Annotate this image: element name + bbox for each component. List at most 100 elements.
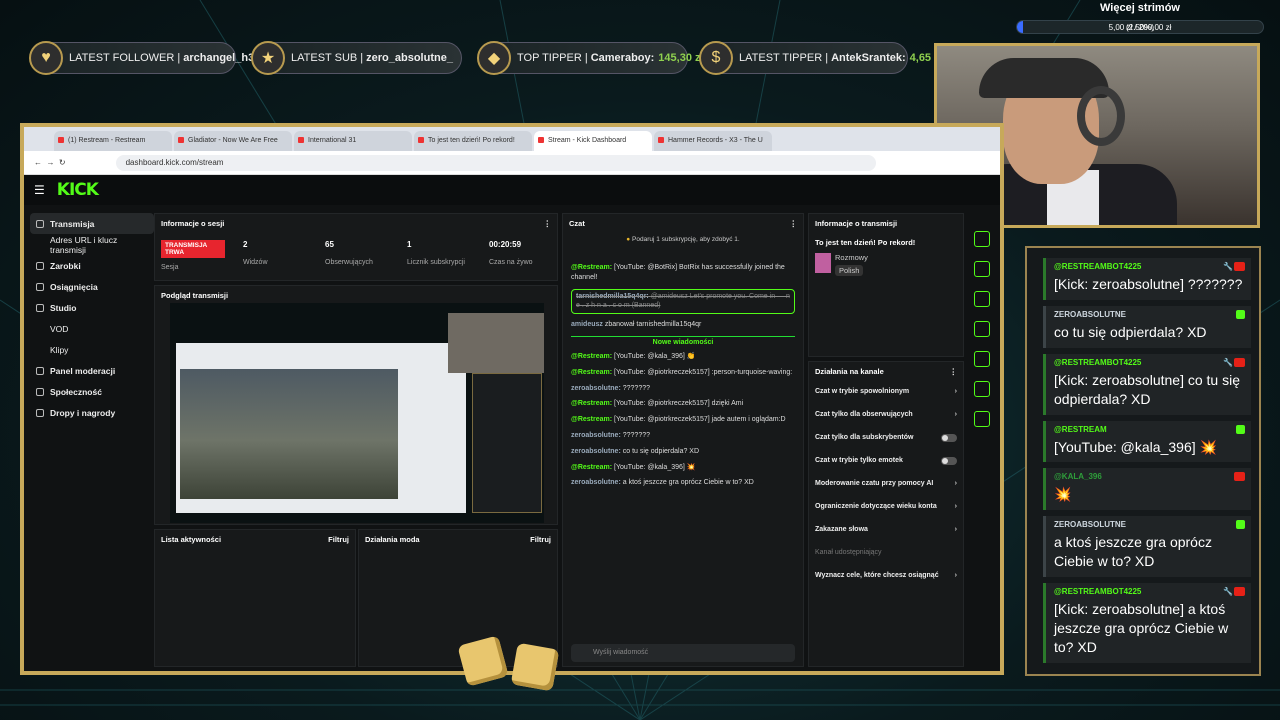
channel-action-row[interactable]: Moderowanie czatu przy pomocy AI › (809, 472, 963, 495)
chevron-right-icon[interactable]: › (955, 480, 957, 487)
channel-action-row[interactable]: Zakazane słowa › (809, 518, 963, 541)
platform-badges (1236, 520, 1245, 530)
sidebar-item[interactable]: Zarobki (30, 255, 154, 276)
stat-label: Widzów (243, 259, 268, 266)
menu-icon[interactable]: ☰ (34, 183, 45, 197)
chat-username[interactable]: @Restream: (571, 353, 612, 360)
sidebar-item[interactable]: Osiągnięcia (30, 276, 154, 297)
overlay-chat-message: @RESTREAM [YouTube: @kala_396] 💥 (1043, 420, 1251, 463)
stream-preview[interactable] (170, 303, 544, 523)
filter-button[interactable]: Filtruj (530, 535, 551, 544)
channel-action-label: Czat w trybie spowolnionym (815, 388, 910, 395)
channel-action-row[interactable]: Kanał udostępniający (809, 541, 963, 564)
kick-logo[interactable]: KICK (57, 180, 99, 200)
sidebar-item-label: Społeczność (50, 386, 102, 397)
panel-header: Informacje o sesji ⋮ (155, 214, 557, 232)
more-icon[interactable]: ⋮ (950, 367, 958, 376)
kick-icon (1236, 309, 1245, 319)
sidebar-item[interactable]: Panel moderacji (30, 360, 154, 381)
browser-tab[interactable]: (1) Restream - Restream (54, 131, 172, 151)
sidebar-item[interactable]: Adres URL i klucz transmisji (30, 234, 154, 255)
kick-icon (1236, 520, 1245, 530)
chat-messages: @Restream: [YouTube: @BotRix] BotRix has… (563, 263, 803, 488)
alert-value: AntekSrantek: (831, 52, 906, 64)
back-icon[interactable]: ← (34, 158, 42, 167)
chat-username[interactable]: zeroabsolutne: (571, 448, 621, 455)
panel-header: Podgląd transmisji (155, 286, 557, 304)
wrench-icon: 🔧 (1223, 357, 1233, 367)
sidebar-item[interactable]: Klipy (30, 339, 154, 360)
top-tipper-alert: ◆ TOP TIPPER | Cameraboy: 145,30 zł (477, 41, 704, 75)
reload-icon[interactable]: ↻ (59, 158, 66, 167)
quick-action-icon[interactable] (974, 381, 990, 397)
url-input[interactable]: dashboard.kick.com/stream (115, 154, 876, 171)
quick-action-icon[interactable] (974, 291, 990, 307)
toggle-switch[interactable] (941, 456, 957, 465)
message-input[interactable]: Wyślij wiadomość (571, 644, 795, 662)
overlay-chat-user: @RESTREAMBOT4225 (1054, 357, 1142, 367)
chat-username[interactable]: @Restream: (571, 416, 612, 423)
quick-action-icon[interactable] (974, 351, 990, 367)
category-name: Rozmowy (835, 253, 868, 262)
toggle-switch[interactable] (941, 433, 957, 442)
latest-sub-alert: ★ LATEST SUB | zero_absolutne_ (251, 41, 462, 75)
sidebar-item[interactable]: Studio (30, 297, 154, 318)
quick-action-icon[interactable] (974, 231, 990, 247)
channel-action-row[interactable]: Czat tylko dla obserwujących › (809, 403, 963, 426)
browser-tab[interactable]: Hammer Records - X3 - The U (654, 131, 772, 151)
more-icon[interactable]: ⋮ (790, 219, 798, 228)
chat-username[interactable]: amideusz (571, 321, 603, 328)
chat-username[interactable]: @Restream: (571, 464, 612, 471)
sidebar-item-label: Osiągnięcia (50, 281, 98, 292)
quick-actions-column (974, 231, 998, 441)
chat-username[interactable]: @Restream: (571, 264, 612, 271)
kick-icon (1236, 424, 1245, 434)
channel-action-label: Czat tylko dla obserwujących (815, 411, 913, 418)
stream-title: To jest ten dzień! Po rekord! (815, 238, 916, 247)
quick-action-icon[interactable] (974, 411, 990, 427)
channel-action-rows: Czat w trybie spowolnionym › Czat tylko dl… (809, 380, 963, 587)
chat-username[interactable]: zeroabsolutne: (571, 432, 621, 439)
quick-action-icon[interactable] (974, 321, 990, 337)
platform-badges (1234, 472, 1245, 482)
sidebar-item[interactable]: Społeczność (30, 381, 154, 402)
channel-action-row[interactable]: Ograniczenie dotyczące wieku konta › (809, 495, 963, 518)
channel-action-row[interactable]: Czat w trybie spowolnionym › (809, 380, 963, 403)
chevron-right-icon[interactable]: › (955, 411, 957, 418)
channel-action-row[interactable]: Czat tylko dla subskrybentów (809, 426, 963, 449)
sidebar-item[interactable]: Dropy i nagrody (30, 402, 154, 423)
browser-tab[interactable]: To jest ten dzień! Po rekord! (414, 131, 532, 151)
chat-message: zeroabsolutne: co tu się odpierdala? XD (571, 447, 795, 457)
nav-icon (36, 219, 44, 228)
pinned-text: Podaruj 1 subskrypcję, aby zdobyć 1. (632, 236, 740, 243)
chevron-right-icon[interactable]: › (955, 503, 957, 510)
sidebar-item[interactable]: Transmisja (30, 213, 154, 234)
chat-username[interactable]: tarnishedmilla15q4qr: (576, 293, 649, 300)
chat-username[interactable]: zeroabsolutne: (571, 385, 621, 392)
quick-action-icon[interactable] (974, 261, 990, 277)
channel-action-label: Ograniczenie dotyczące wieku konta (815, 503, 937, 510)
alert-label: TOP TIPPER | (517, 52, 588, 64)
chat-username[interactable]: zeroabsolutne: (571, 479, 621, 486)
browser-tab[interactable]: Gladiator - Now We Are Free (174, 131, 292, 151)
overlay-chat-text: [Kick: zeroabsolutne] co tu się odpierda… (1054, 371, 1240, 407)
chevron-right-icon[interactable]: › (955, 526, 957, 533)
nav-icon (36, 408, 44, 417)
channel-action-row[interactable]: Wyznacz cele, które chcesz osiągnąć › (809, 564, 963, 587)
browser-tab[interactable]: International 31 (294, 131, 412, 151)
filter-button[interactable]: Filtruj (328, 535, 349, 544)
chat-username[interactable]: @Restream: (571, 400, 612, 407)
chat-message: zeroabsolutne: ??????? (571, 384, 795, 394)
chevron-right-icon[interactable]: › (955, 572, 957, 579)
youtube-icon (1234, 587, 1245, 597)
platform-badges: 🔧 (1223, 587, 1245, 597)
chevron-right-icon[interactable]: › (955, 388, 957, 395)
sidebar-item[interactable]: VOD (30, 318, 154, 339)
browser-tab-active[interactable]: Stream - Kick Dashboard (534, 131, 652, 151)
forward-icon[interactable]: → (46, 158, 54, 167)
more-icon[interactable]: ⋮ (544, 219, 552, 228)
browser-capture: (1) Restream - Restream Gladiator - Now … (20, 123, 1004, 675)
preview-title: Podgląd transmisji (161, 290, 229, 300)
chat-username[interactable]: @Restream: (571, 369, 612, 376)
channel-action-row[interactable]: Czat w trybie tylko emotek (809, 449, 963, 472)
